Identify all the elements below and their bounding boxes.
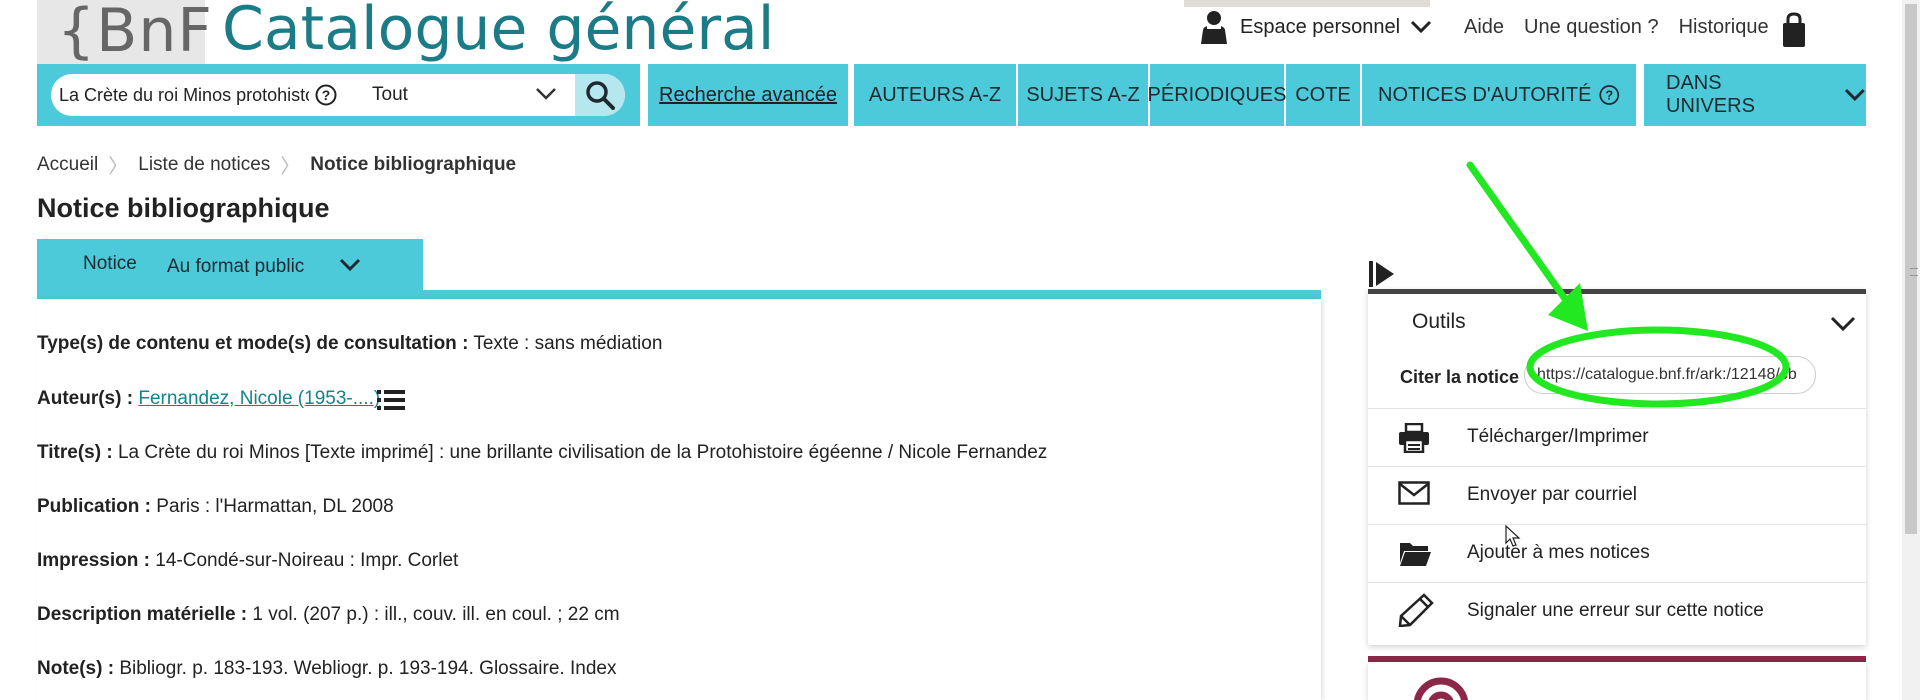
field-value: Paris : l'Harmattan, DL 2008 — [151, 496, 394, 517]
espace-personnel-button[interactable]: Espace personnel — [1198, 10, 1432, 44]
target-icon — [1413, 677, 1469, 700]
historique-link[interactable]: Historique — [1679, 16, 1769, 39]
mouse-cursor-icon — [1505, 525, 1521, 547]
download-print-label: Télécharger/Imprimer — [1467, 426, 1649, 447]
dans-univers-dropdown[interactable]: DANS UNIVERS — [1644, 64, 1866, 126]
nav-cote[interactable]: COTE — [1286, 64, 1362, 126]
tools-panel: Outils Citer la notice : Télécharger/Imp… — [1368, 289, 1866, 645]
breadcrumb-current: Notice bibliographique — [310, 153, 517, 175]
espace-personnel-label: Espace personnel — [1240, 15, 1401, 38]
nav-sujets-az[interactable]: SUJETS A-Z — [1018, 64, 1150, 126]
breadcrumb-separator: 〉 — [108, 156, 129, 178]
user-icon — [1201, 11, 1227, 44]
search-scope-select[interactable]: Tout — [372, 74, 408, 116]
folder-icon — [1400, 543, 1431, 566]
main-nav: AUTEURS A-Z SUJETS A-Z PÉRIODIQUES COTE … — [854, 64, 1636, 126]
page-title: Notice bibliographique — [37, 193, 330, 223]
field-label: Note(s) : — [37, 658, 115, 679]
search-button[interactable] — [575, 74, 625, 116]
breadcrumb: Accueil 〉 Liste de notices 〉 Notice bibl… — [37, 150, 516, 179]
field-notes: Note(s) : Bibliogr. p. 183-193. Webliogr… — [37, 658, 616, 680]
collapse-sidebar-icon[interactable] — [1368, 260, 1396, 288]
breadcrumb-liste-notices[interactable]: Liste de notices — [138, 154, 270, 176]
chevron-down-icon[interactable] — [535, 87, 557, 101]
field-label: Description matérielle : — [37, 604, 248, 625]
download-print-action[interactable]: Télécharger/Imprimer — [1368, 408, 1866, 466]
bnf-logo-text: {BnF — [57, 0, 213, 66]
add-to-notices-action[interactable]: Ajouter à mes notices — [1368, 524, 1866, 582]
search-input[interactable] — [59, 74, 309, 116]
scrollbar-thumb[interactable] — [1905, 4, 1918, 534]
notice-tab-label: Notice — [83, 253, 137, 274]
list-icon[interactable] — [376, 388, 406, 412]
author-link[interactable]: Fernandez, Nicole (1953-....) — [138, 388, 380, 409]
printer-icon — [1399, 423, 1429, 453]
field-label: Publication : — [37, 496, 151, 517]
recherche-avancee-link[interactable]: Recherche avancée — [648, 64, 848, 126]
field-publication: Publication : Paris : l'Harmattan, DL 20… — [37, 496, 394, 518]
email-label: Envoyer par courriel — [1467, 484, 1638, 505]
field-value: 14-Condé-sur-Noireau : Impr. Corlet — [149, 550, 459, 571]
help-circle-icon[interactable]: ? — [315, 84, 337, 106]
field-label: Auteur(s) : — [37, 388, 134, 409]
chevron-down-icon[interactable] — [1830, 316, 1856, 332]
une-question-link[interactable]: Une question ? — [1524, 16, 1659, 39]
report-error-label: Signaler une erreur sur cette notice — [1467, 600, 1764, 621]
catalogue-title[interactable]: Catalogue général — [222, 0, 774, 64]
header-accent-bar — [1184, 0, 1430, 7]
field-label: Impression : — [37, 550, 150, 571]
field-titres: Titre(s) : La Crète du roi Minos [Texte … — [37, 442, 1047, 464]
field-label: Type(s) de contenu et mode(s) de consult… — [37, 333, 469, 354]
search-icon — [586, 81, 615, 110]
vertical-scrollbar[interactable] — [1902, 0, 1920, 700]
field-label: Titre(s) : — [37, 442, 113, 463]
field-description-materielle: Description matérielle : 1 vol. (207 p.)… — [37, 604, 620, 626]
report-error-action[interactable]: Signaler une erreur sur cette notice — [1368, 582, 1866, 640]
nav-notices-autorite-label: NOTICES D'AUTORITÉ — [1378, 83, 1592, 106]
field-value: La Crète du roi Minos [Texte imprimé] : … — [112, 442, 1048, 463]
nav-auteurs-az[interactable]: AUTEURS A-Z — [854, 64, 1018, 126]
notice-format-select[interactable]: Au format public — [167, 256, 304, 278]
nav-notices-autorite[interactable]: NOTICES D'AUTORITÉ ? — [1362, 64, 1636, 126]
cite-url-field[interactable] — [1524, 356, 1816, 394]
aide-link[interactable]: Aide — [1464, 16, 1504, 39]
breadcrumb-separator: 〉 — [280, 156, 301, 178]
chevron-down-icon[interactable] — [339, 258, 361, 272]
bnf-logo[interactable]: {BnF — [37, 0, 212, 66]
svg-text:?: ? — [1606, 87, 1614, 102]
shopping-bag-icon — [1783, 12, 1805, 47]
breadcrumb-accueil[interactable]: Accueil — [37, 154, 98, 176]
chevron-down-icon — [1845, 89, 1866, 102]
next-panel — [1368, 662, 1866, 700]
pencil-icon — [1398, 593, 1434, 627]
nav-periodiques[interactable]: PÉRIODIQUES — [1148, 64, 1286, 126]
add-to-notices-label: Ajouter à mes notices — [1467, 542, 1650, 563]
envelope-icon — [1398, 481, 1430, 505]
dans-univers-label: DANS UNIVERS — [1666, 72, 1755, 117]
field-value: 1 vol. (207 p.) : ill., couv. ill. en co… — [247, 604, 620, 625]
field-impression: Impression : 14-Condé-sur-Noireau : Impr… — [37, 550, 458, 572]
cart-button[interactable] — [1780, 12, 1808, 53]
field-value: Bibliogr. p. 183-193. Webliogr. p. 193-1… — [114, 658, 617, 679]
content-top-bar — [37, 290, 1321, 299]
svg-text:?: ? — [322, 87, 331, 103]
field-value: Texte : sans médiation — [468, 333, 663, 354]
tools-title: Outils — [1412, 310, 1466, 333]
search-bar: ? Tout — [37, 64, 640, 126]
help-circle-icon[interactable]: ? — [1599, 83, 1620, 107]
field-auteurs: Auteur(s) : Fernandez, Nicole (1953-....… — [37, 388, 380, 410]
search-pill: ? Tout — [51, 74, 625, 116]
top-links: Aide Une question ? Historique — [1464, 16, 1769, 39]
chevron-down-icon — [1411, 20, 1432, 34]
email-action[interactable]: Envoyer par courriel — [1368, 466, 1866, 524]
notice-format-tab[interactable]: Notice Au format public — [37, 239, 423, 291]
field-type-contenu: Type(s) de contenu et mode(s) de consult… — [37, 333, 662, 355]
scrollbar-grip — [1910, 268, 1918, 276]
cite-label: Citer la notice : — [1400, 367, 1531, 387]
